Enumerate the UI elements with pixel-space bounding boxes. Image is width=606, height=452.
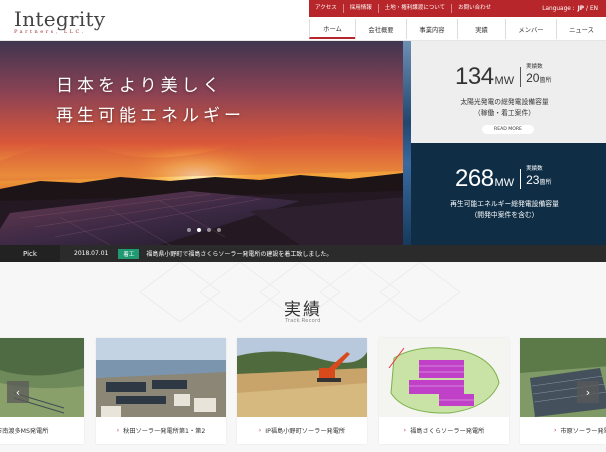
nav-news[interactable]: ニュース xyxy=(556,19,606,39)
logo-wordmark: Integrity xyxy=(14,7,106,31)
stat-renewable-desc-line2: （開発中案件を含む） xyxy=(470,211,539,219)
project-photo xyxy=(96,338,226,417)
hero-caption: 日本をより美しく 再生可能エネルギー xyxy=(56,71,245,131)
nav-company[interactable]: 会社概要 xyxy=(355,19,406,39)
access-link[interactable]: アクセス xyxy=(309,4,344,13)
stat-divider xyxy=(520,169,522,189)
stat-renewable-value: 268 xyxy=(455,165,494,192)
nav-home[interactable]: ホーム xyxy=(309,19,355,39)
slider-dots xyxy=(187,228,221,232)
slider-dot-1[interactable] xyxy=(187,228,191,232)
language-label: Language : xyxy=(542,5,575,12)
utility-bar: アクセス 採用情報 土地・権利譲渡について お問い合わせ Language : … xyxy=(309,0,606,17)
section-subtitle: Track Record xyxy=(285,318,321,324)
pick-news-bar: Pick 2018.07.01 着工 福島県小野町で福島さくらソーラー発電所の建… xyxy=(0,245,606,262)
pick-headline-link[interactable]: 福島県小野町で福島さくらソーラー発電所の建設を着工致しました。 xyxy=(146,249,332,258)
lang-separator: / xyxy=(586,5,588,12)
stat-solar-desc-line1: 太陽光発電の総発電設備容量 xyxy=(460,98,549,106)
project-photo xyxy=(520,338,606,417)
slider-dot-2[interactable] xyxy=(197,228,201,232)
stat-solar-count: 実績数 20箇所 xyxy=(526,63,551,87)
project-card[interactable]: › 秋田ソーラー発電所第1・第2 xyxy=(96,338,226,444)
stat-solar-value: 134 xyxy=(455,63,494,90)
hero-slider[interactable]: 日本をより美しく 再生可能エネルギー xyxy=(0,41,403,245)
stat-solar-description: 太陽光発電の総発電設備容量 （稼働・着工案件） xyxy=(403,97,606,119)
lang-en-link[interactable]: EN xyxy=(590,6,598,12)
language-switcher: Language : JP / EN xyxy=(542,0,598,17)
lang-jp-link[interactable]: JP xyxy=(578,6,584,12)
project-card-label: ›市南渡多MS発電所 xyxy=(0,428,49,435)
logo-subtitle: Partners, LLC. xyxy=(14,29,86,35)
carousel-next-button[interactable]: › xyxy=(577,381,599,403)
nav-results[interactable]: 実績 xyxy=(457,19,505,39)
read-more-button[interactable]: READ MORE xyxy=(482,125,534,134)
stat-renewable-desc-line1: 再生可能エネルギー総発電設備容量 xyxy=(450,200,559,208)
stat-solar-desc-line2: （稼働・着工案件） xyxy=(473,109,536,117)
stat-solar-figures: 134 MW 実績数 20箇所 xyxy=(455,63,551,89)
pick-label: Pick xyxy=(0,245,60,262)
panel-edge-image xyxy=(403,41,411,245)
slider-dot-4[interactable] xyxy=(217,228,221,232)
stat-divider xyxy=(520,67,522,87)
stat-panel-solar: 134 MW 実績数 20箇所 太陽光発電の総発電設備容量 （稼働・着工案件） … xyxy=(403,41,606,143)
project-card[interactable]: › IP福島小野町ソーラー発電所 xyxy=(237,338,367,444)
nav-members[interactable]: メンバー xyxy=(505,19,556,39)
section-title: 実績 xyxy=(284,300,322,320)
project-card-label: › 福島さくらソーラー発電所 xyxy=(403,427,485,435)
project-photo xyxy=(0,338,84,417)
land-transfer-link[interactable]: 土地・権利譲渡について xyxy=(379,4,453,13)
stat-panel-renewable: 268 MW 実績数 23箇所 再生可能エネルギー総発電設備容量 （開発中案件を… xyxy=(403,143,606,245)
stat-solar-count-value: 20箇所 xyxy=(526,71,552,85)
hero-caption-line2: 再生可能エネルギー xyxy=(56,106,245,126)
logo[interactable]: Integrity Partners, LLC. xyxy=(14,8,124,40)
track-record-section: 実績 Track Record ›市南渡多MS発電所 xyxy=(0,262,606,452)
nav-business[interactable]: 事業内容 xyxy=(406,19,457,39)
project-photo xyxy=(379,338,509,417)
stat-renewable-count: 実績数 23箇所 xyxy=(526,165,551,189)
slider-dot-3[interactable] xyxy=(207,228,211,232)
hero-caption-line1: 日本をより美しく xyxy=(56,76,224,96)
stat-renewable-unit: MW xyxy=(494,177,515,189)
carousel-prev-button[interactable]: ‹ xyxy=(7,381,29,403)
recruit-link[interactable]: 採用情報 xyxy=(344,4,379,13)
pick-badge: 着工 xyxy=(118,248,140,259)
stat-solar-unit: MW xyxy=(494,75,515,87)
project-card[interactable]: › 福島さくらソーラー発電所 xyxy=(379,338,509,444)
stat-renewable-count-value: 23箇所 xyxy=(526,173,552,187)
project-photo xyxy=(237,338,367,417)
stat-renewable-description: 再生可能エネルギー総発電設備容量 （開発中案件を含む） xyxy=(403,199,606,221)
main-nav: ホーム 会社概要 事業内容 実績 メンバー ニュース xyxy=(309,19,606,39)
contact-link[interactable]: お問い合わせ xyxy=(452,4,497,13)
page: Integrity Partners, LLC. アクセス 採用情報 土地・権利… xyxy=(0,0,606,452)
stat-renewable-figures: 268 MW 実績数 23箇所 xyxy=(455,165,551,191)
project-card-label: › IP福島小野町ソーラー発電所 xyxy=(258,427,346,435)
pick-date: 2018.07.01 xyxy=(74,250,109,257)
project-card-label: ›市原ソーラー発電所 xyxy=(553,427,606,435)
project-card-label: › 秋田ソーラー発電所第1・第2 xyxy=(116,427,206,435)
